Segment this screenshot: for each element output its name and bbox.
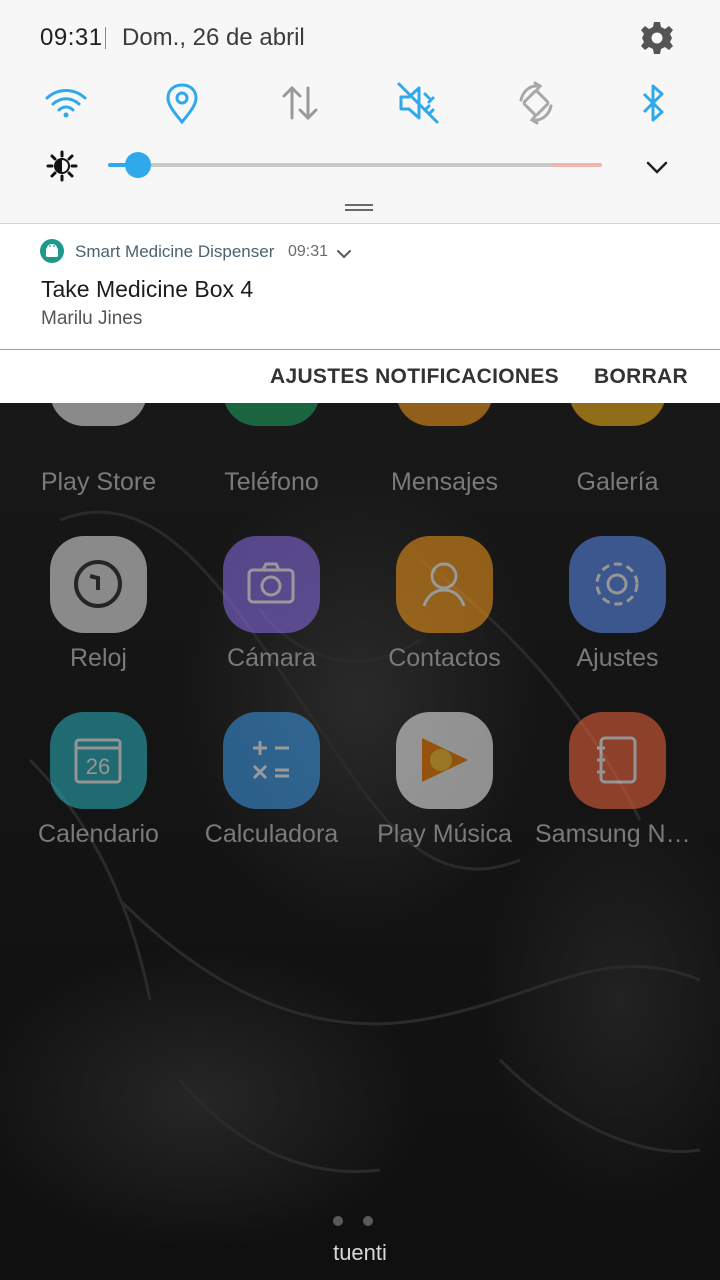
brightness-high-zone — [552, 163, 602, 167]
location-icon — [166, 83, 198, 125]
page-dot — [363, 1216, 373, 1226]
chevron-down-icon — [337, 250, 351, 259]
auto-rotate-icon — [519, 81, 553, 125]
notification-title: Take Medicine Box 4 — [41, 276, 254, 302]
notification-app-name: Smart Medicine Dispenser — [75, 242, 275, 261]
notification-time: 09:31 — [288, 243, 329, 260]
camera-icon — [223, 536, 320, 633]
brightness-slider[interactable] — [108, 163, 602, 167]
clock-icon — [50, 536, 147, 633]
chevron-down-icon — [646, 161, 668, 174]
contacts-icon — [396, 536, 493, 633]
calculator-icon — [223, 712, 320, 809]
dock-label: tuenti — [333, 1240, 387, 1265]
status-date: Dom., 26 de abril — [122, 24, 305, 51]
app-label: Galería — [576, 468, 659, 496]
android-icon — [40, 239, 64, 263]
play-music-icon — [396, 712, 493, 809]
notification-settings-button[interactable]: AJUSTES NOTIFICACIONES — [270, 365, 559, 389]
app-label: Calculadora — [204, 820, 339, 848]
mobile-data-icon — [282, 85, 318, 121]
wifi-toggle[interactable] — [43, 80, 89, 126]
quick-panel: 09:31 Dom., 26 de abril — [0, 0, 720, 224]
clear-all-button[interactable]: BORRAR — [594, 365, 688, 389]
brightness-slider-thumb[interactable] — [124, 152, 151, 178]
page-dot — [333, 1216, 343, 1226]
wifi-icon — [45, 89, 87, 118]
expand-quick-settings-button[interactable] — [642, 152, 672, 182]
notification-body: Marilu Jines — [41, 308, 143, 329]
divider — [105, 27, 106, 49]
app-label: Contactos — [388, 644, 501, 672]
sound-off-icon — [397, 82, 439, 124]
drag-handle[interactable] — [345, 204, 373, 214]
app-label: Ajustes — [576, 644, 659, 672]
app-label: Cámara — [227, 644, 316, 672]
sound-toggle[interactable] — [395, 80, 441, 126]
status-time: 09:31 — [40, 24, 103, 51]
page-indicator — [333, 1213, 393, 1231]
settings-gear-button[interactable] — [637, 18, 677, 58]
app-label: Reloj — [70, 644, 127, 672]
settings-app-icon — [569, 536, 666, 633]
bluetooth-icon — [642, 84, 664, 122]
brightness-icon — [46, 150, 78, 182]
bluetooth-toggle[interactable] — [631, 80, 677, 126]
notification-card[interactable]: Smart Medicine Dispenser 09:31 Take Medi… — [0, 225, 720, 349]
calendar-icon: 26 — [50, 712, 147, 809]
mobile-data-toggle[interactable] — [277, 80, 323, 126]
notification-expand-button[interactable] — [335, 245, 353, 263]
calendar-day-number: 26 — [86, 754, 110, 779]
app-label: Teléfono — [224, 468, 319, 496]
gear-icon — [641, 22, 673, 54]
app-label: Calendario — [38, 820, 159, 848]
app-label: Play Música — [377, 820, 512, 848]
notification-shade: 09:31 Dom., 26 de abril Smart Medicine D… — [0, 0, 720, 403]
auto-rotate-toggle[interactable] — [513, 80, 559, 126]
notification-actions-bar: AJUSTES NOTIFICACIONES BORRAR — [0, 350, 720, 403]
location-toggle[interactable] — [159, 80, 205, 126]
app-label: Samsung Not… — [535, 820, 704, 848]
samsung-notes-icon — [569, 712, 666, 809]
app-label: Mensajes — [391, 468, 498, 496]
app-label: Play Store — [40, 468, 157, 496]
